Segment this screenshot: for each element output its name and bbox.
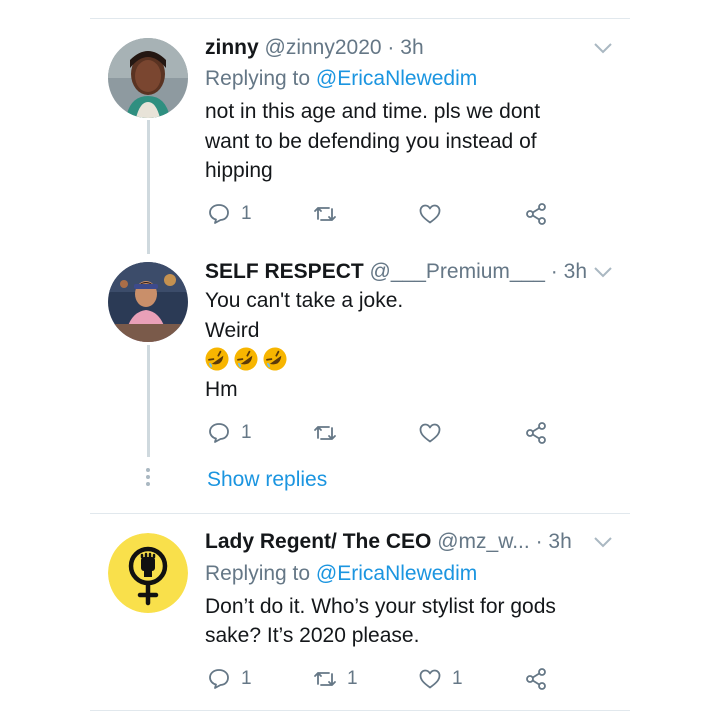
share-icon	[526, 422, 546, 444]
tweet-text-line: want to be defending you instead of	[205, 130, 537, 153]
thread-connector	[147, 345, 150, 457]
show-replies-link[interactable]: Show replies	[207, 467, 327, 493]
tweet-text-line: Weird	[205, 319, 260, 342]
reply-icon	[209, 204, 229, 224]
retweet-icon	[314, 207, 336, 221]
tweet-text-line: not in this age and time. pls we dont	[205, 100, 541, 123]
tweet-divider	[90, 513, 630, 514]
user-handle[interactable]: @___Premium___	[370, 260, 545, 283]
heart-icon	[419, 204, 441, 224]
retweet-count: 1	[347, 668, 358, 689]
retweet-button[interactable]	[313, 421, 347, 445]
tweet-text-line: Don’t do it. Who’s your stylist for gods	[205, 595, 556, 618]
thread-connector	[147, 120, 150, 254]
reply-icon	[209, 669, 229, 689]
timestamp[interactable]: 3h	[548, 530, 571, 553]
reply-count: 1	[241, 422, 252, 443]
like-button[interactable]	[418, 202, 452, 226]
chevron-down-icon[interactable]	[592, 265, 614, 279]
heart-icon	[419, 669, 441, 689]
feminist-fist-icon	[108, 533, 188, 613]
replying-prefix: Replying to	[205, 562, 311, 585]
retweet-button[interactable]	[313, 202, 347, 226]
replying-mention[interactable]: @EricaNlewedim	[316, 67, 477, 90]
timestamp[interactable]: 3h	[564, 260, 587, 283]
tweet-text-line: hipping	[205, 159, 273, 182]
timestamp[interactable]: 3h	[400, 36, 423, 59]
chevron-down-icon[interactable]	[592, 41, 614, 55]
top-divider	[90, 18, 630, 19]
share-icon	[526, 203, 546, 225]
like-button[interactable]	[418, 421, 452, 445]
share-button[interactable]	[524, 667, 548, 691]
tweet-text-line: You can't take a joke.	[205, 289, 404, 312]
separator: ·	[550, 260, 558, 283]
rolling-on-floor-laughing-emoji	[234, 347, 258, 371]
display-name[interactable]: SELF RESPECT	[205, 260, 364, 283]
replying-prefix: Replying to	[205, 67, 311, 90]
tweet-text-line: sake? It’s 2020 please.	[205, 624, 420, 647]
tweet-header: Lady Regent/ The CEO @mz_w... · 3h	[205, 529, 572, 555]
retweet-icon	[314, 672, 336, 686]
retweet-button[interactable]: 1	[313, 667, 358, 691]
replying-to: Replying to @EricaNlewedim	[205, 561, 477, 587]
separator: ·	[387, 36, 395, 59]
reply-icon	[209, 423, 229, 443]
reply-button[interactable]: 1	[207, 667, 252, 691]
user-handle[interactable]: @zinny2020	[265, 36, 382, 59]
like-count: 1	[452, 668, 463, 689]
like-button[interactable]: 1	[418, 667, 463, 691]
avatar[interactable]	[108, 38, 188, 118]
share-button[interactable]	[524, 421, 548, 445]
heart-icon	[419, 423, 441, 443]
reply-count: 1	[241, 203, 252, 224]
reply-count: 1	[241, 668, 252, 689]
avatar[interactable]	[108, 262, 188, 342]
share-icon	[526, 668, 546, 690]
retweet-icon	[314, 426, 336, 440]
replying-to: Replying to @EricaNlewedim	[205, 66, 477, 92]
chevron-down-icon[interactable]	[592, 535, 614, 549]
tweet-header: SELF RESPECT @___Premium___ · 3h	[205, 259, 587, 285]
user-handle[interactable]: @mz_w...	[437, 530, 530, 553]
rolling-on-floor-laughing-emoji	[205, 347, 229, 371]
display-name[interactable]: Lady Regent/ The CEO	[205, 530, 431, 553]
more-replies-dots	[146, 468, 150, 489]
share-button[interactable]	[524, 202, 548, 226]
replying-mention[interactable]: @EricaNlewedim	[316, 562, 477, 585]
reply-button[interactable]: 1	[207, 421, 252, 445]
reply-button[interactable]: 1	[207, 202, 252, 226]
display-name[interactable]: zinny	[205, 36, 259, 59]
tweet-text-line: Hm	[205, 378, 238, 401]
tweet-header: zinny @zinny2020 · 3h	[205, 35, 424, 61]
avatar[interactable]	[108, 533, 188, 613]
separator: ·	[535, 530, 543, 553]
bottom-divider	[90, 710, 630, 711]
rolling-on-floor-laughing-emoji	[263, 347, 287, 371]
emoji-row	[204, 346, 288, 372]
